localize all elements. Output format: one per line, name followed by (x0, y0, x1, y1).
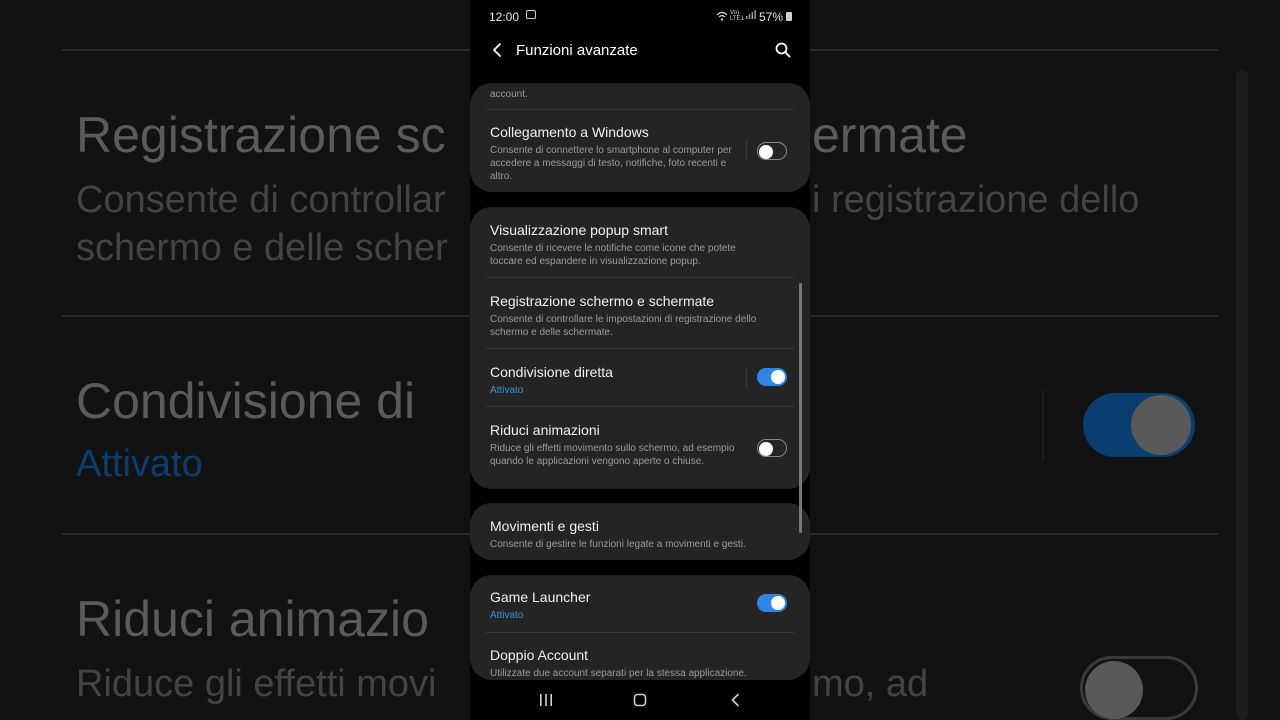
search-icon (775, 42, 791, 58)
item-title: Visualizzazione popup smart (490, 222, 668, 238)
bg-toggle-on (1083, 393, 1195, 457)
list-item: account. (490, 85, 790, 101)
back-button[interactable] (490, 41, 504, 64)
page-title: Funzioni avanzate (516, 42, 638, 59)
bg-sub-riduci-right: mo, ad (812, 663, 929, 705)
scrollbar[interactable] (799, 283, 802, 533)
app-bar: Funzioni avanzate (470, 34, 810, 68)
navigation-bar (470, 680, 810, 720)
bg-sub-registrazione-2: schermo e delle scher (76, 227, 448, 269)
bg-scrollbar (1236, 70, 1248, 720)
item-title: Collegamento a Windows (490, 124, 649, 140)
status-bar: 12:00 Vo) LTE1 57% (470, 0, 810, 34)
setting-popup-smart[interactable]: Visualizzazione popup smart Consente di … (490, 222, 770, 268)
item-title: Doppio Account (490, 647, 589, 663)
bg-title-riduci: Riduci animazio (76, 591, 429, 647)
bg-sub-registrazione-1: Consente di controllar (76, 179, 446, 221)
settings-card: Visualizzazione popup smart Consente di … (470, 207, 810, 489)
item-subtitle: account. (490, 89, 528, 100)
toggle-knob (771, 596, 785, 610)
recent-apps-icon (540, 694, 552, 706)
battery-icon (786, 12, 792, 21)
item-status: Attivato (490, 610, 524, 621)
divider (486, 406, 794, 407)
settings-card: Movimenti e gesti Consente di gestire le… (470, 503, 810, 560)
item-subtitle: Utilizzate due account separati per la s… (490, 668, 747, 679)
search-button[interactable] (774, 41, 792, 64)
item-title: Riduci animazioni (490, 422, 600, 438)
back-nav-button[interactable] (729, 693, 743, 712)
chevron-left-icon (493, 43, 501, 57)
bg-sub-riduci: Riduce gli effetti movi (76, 663, 437, 705)
back-icon (731, 693, 739, 707)
signal-icon (746, 9, 756, 21)
wifi-icon (716, 11, 728, 24)
item-subtitle: Consente di ricevere le notifiche come i… (490, 243, 736, 267)
setting-movimenti-gesti[interactable]: Movimenti e gesti Consente di gestire le… (490, 518, 790, 551)
home-button[interactable] (633, 693, 647, 712)
item-subtitle: Consente di gestire le funzioni legate a… (490, 539, 746, 550)
bg-sub-registrazione-right: i registrazione dello (812, 179, 1140, 221)
volte-lte-icon: Vo) LTE1 (730, 10, 744, 22)
item-title: Game Launcher (490, 589, 591, 605)
home-icon (633, 693, 647, 707)
bg-toggle-off (1080, 656, 1198, 720)
toggle-knob (759, 441, 773, 456)
vertical-divider (746, 140, 747, 162)
item-subtitle: Consente di connettere lo smartphone al … (490, 145, 732, 182)
setting-doppio-account[interactable]: Doppio Account Utilizzate due account se… (490, 647, 790, 680)
divider (486, 109, 794, 110)
item-title: Movimenti e gesti (490, 518, 599, 534)
toggle-knob (771, 370, 785, 384)
item-subtitle: Consente di controllare le impostazioni … (490, 314, 757, 338)
item-status: Attivato (490, 385, 524, 396)
vertical-divider (746, 366, 747, 388)
item-title: Registrazione schermo e schermate (490, 293, 715, 309)
recent-apps-button[interactable] (539, 693, 553, 712)
bg-title-registrazione: Registrazione sc (76, 107, 446, 163)
toggle-knob (759, 144, 773, 159)
setting-registrazione-schermo[interactable]: Registrazione schermo e schermate Consen… (490, 293, 786, 339)
bg-title-condivisione: Condivisione di (76, 373, 416, 429)
bg-status-attivato: Attivato (76, 443, 203, 485)
divider (486, 632, 794, 633)
settings-card: Game Launcher Attivato Doppio Account Ut… (470, 575, 810, 680)
setting-riduci-animazioni[interactable]: Riduci animazioni Riduce gli effetti mov… (490, 422, 740, 468)
phone-screen: 12:00 Vo) LTE1 57% Funzioni avanzate acco… (470, 0, 810, 720)
setting-game-launcher[interactable]: Game Launcher Attivato (490, 589, 730, 622)
toggle-condivisione-diretta[interactable] (757, 368, 787, 386)
toggle-collegamento-windows[interactable] (757, 142, 787, 160)
bg-toggle-knob (1085, 661, 1143, 719)
setting-condivisione-diretta[interactable]: Condivisione diretta Attivato (490, 364, 730, 397)
settings-card: account. Collegamento a Windows Consente… (470, 83, 810, 192)
divider (486, 348, 794, 349)
setting-collegamento-windows[interactable]: Collegamento a Windows Consente di conne… (490, 124, 740, 183)
item-title: Condivisione diretta (490, 364, 613, 380)
divider (486, 277, 794, 278)
toggle-riduci-animazioni[interactable] (757, 439, 787, 457)
status-time: 12:00 (489, 10, 520, 24)
bg-title-registrazione-right: ermate (812, 107, 968, 163)
bg-toggle-knob (1131, 395, 1191, 455)
screenshot-icon (526, 10, 536, 19)
battery-percent: 57% (759, 10, 784, 24)
toggle-game-launcher[interactable] (757, 594, 787, 612)
bg-vertical-divider (1042, 390, 1044, 460)
item-subtitle: Riduce gli effetti movimento sullo scher… (490, 443, 735, 467)
